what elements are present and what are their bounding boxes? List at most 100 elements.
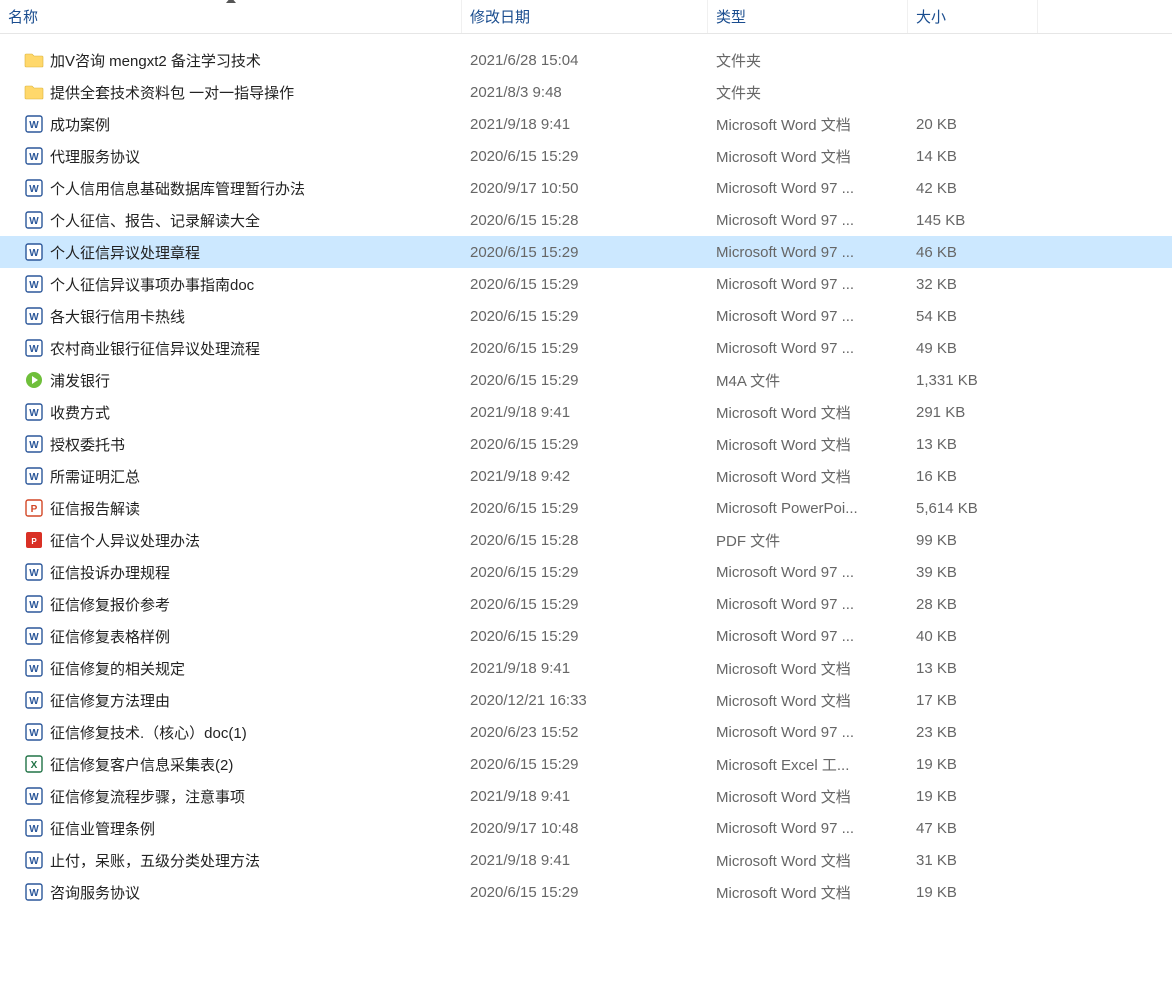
file-list: 加V咨询 mengxt2 备注学习技术2021/6/28 15:04文件夹提供全…: [0, 34, 1172, 908]
file-row[interactable]: 征信修复报价参考2020/6/15 15:29Microsoft Word 97…: [0, 588, 1172, 620]
file-name-label: 成功案例: [50, 114, 110, 135]
column-header-type[interactable]: 类型: [708, 0, 908, 33]
file-size-cell: 40 KB: [908, 628, 1038, 645]
file-row[interactable]: 提供全套技术资料包 一对一指导操作2021/8/3 9:48文件夹: [0, 76, 1172, 108]
file-row[interactable]: 各大银行信用卡热线2020/6/15 15:29Microsoft Word 9…: [0, 300, 1172, 332]
file-size-cell: 23 KB: [908, 724, 1038, 741]
file-name-cell[interactable]: 农村商业银行征信异议处理流程: [0, 338, 462, 359]
file-row[interactable]: 征信投诉办理规程2020/6/15 15:29Microsoft Word 97…: [0, 556, 1172, 588]
file-size-cell: 1,331 KB: [908, 372, 1038, 389]
file-name-cell[interactable]: 成功案例: [0, 114, 462, 135]
file-name-cell[interactable]: 征信个人异议处理办法: [0, 530, 462, 551]
file-row[interactable]: 征信业管理条例2020/9/17 10:48Microsoft Word 97 …: [0, 812, 1172, 844]
file-name-cell[interactable]: 征信修复技术.（核心）doc(1): [0, 722, 462, 743]
file-name-cell[interactable]: 征信报告解读: [0, 498, 462, 519]
file-size-cell: 17 KB: [908, 692, 1038, 709]
file-date-cell: 2020/6/15 15:29: [462, 756, 708, 773]
file-name-cell[interactable]: 所需证明汇总: [0, 466, 462, 487]
file-name-cell[interactable]: 各大银行信用卡热线: [0, 306, 462, 327]
file-row[interactable]: 浦发银行2020/6/15 15:29M4A 文件1,331 KB: [0, 364, 1172, 396]
file-name-cell[interactable]: 个人征信异议处理章程: [0, 242, 462, 263]
file-name-cell[interactable]: 个人征信、报告、记录解读大全: [0, 210, 462, 231]
file-row[interactable]: 征信报告解读2020/6/15 15:29Microsoft PowerPoi.…: [0, 492, 1172, 524]
file-name-cell[interactable]: 提供全套技术资料包 一对一指导操作: [0, 82, 462, 103]
file-row[interactable]: 个人征信、报告、记录解读大全2020/6/15 15:28Microsoft W…: [0, 204, 1172, 236]
file-row[interactable]: 个人征信异议事项办事指南doc2020/6/15 15:29Microsoft …: [0, 268, 1172, 300]
file-date-cell: 2021/9/18 9:42: [462, 468, 708, 485]
file-name-cell[interactable]: 个人信用信息基础数据库管理暂行办法: [0, 178, 462, 199]
column-header-name[interactable]: 名称: [0, 0, 462, 33]
file-name-cell[interactable]: 征信修复客户信息采集表(2): [0, 754, 462, 775]
file-name-cell[interactable]: 授权委托书: [0, 434, 462, 455]
file-name-label: 征信报告解读: [50, 498, 140, 519]
file-name-label: 提供全套技术资料包 一对一指导操作: [50, 82, 294, 103]
file-size-cell: 28 KB: [908, 596, 1038, 613]
file-type-cell: Microsoft PowerPoi...: [708, 500, 908, 517]
file-name-cell[interactable]: 征信修复表格样例: [0, 626, 462, 647]
word-icon: [24, 658, 44, 678]
file-type-cell: Microsoft Word 文档: [708, 466, 908, 487]
file-name-cell[interactable]: 咨询服务协议: [0, 882, 462, 903]
folder-icon: [24, 50, 44, 70]
column-header-date[interactable]: 修改日期: [462, 0, 708, 33]
file-date-cell: 2021/9/18 9:41: [462, 660, 708, 677]
file-type-cell: Microsoft Word 97 ...: [708, 276, 908, 293]
file-size-cell: 99 KB: [908, 532, 1038, 549]
file-name-cell[interactable]: 加V咨询 mengxt2 备注学习技术: [0, 50, 462, 71]
file-name-cell[interactable]: 征信修复方法理由: [0, 690, 462, 711]
file-size-cell: 47 KB: [908, 820, 1038, 837]
file-name-cell[interactable]: 征信投诉办理规程: [0, 562, 462, 583]
file-name-cell[interactable]: 收费方式: [0, 402, 462, 423]
file-date-cell: 2020/6/15 15:29: [462, 564, 708, 581]
file-row[interactable]: 成功案例2021/9/18 9:41Microsoft Word 文档20 KB: [0, 108, 1172, 140]
file-row[interactable]: 止付，呆账，五级分类处理方法2021/9/18 9:41Microsoft Wo…: [0, 844, 1172, 876]
file-type-cell: Microsoft Word 97 ...: [708, 820, 908, 837]
file-name-cell[interactable]: 征信修复的相关规定: [0, 658, 462, 679]
file-name-cell[interactable]: 代理服务协议: [0, 146, 462, 167]
file-row[interactable]: 征信修复技术.（核心）doc(1)2020/6/23 15:52Microsof…: [0, 716, 1172, 748]
file-type-cell: Microsoft Word 文档: [708, 850, 908, 871]
file-row[interactable]: 代理服务协议2020/6/15 15:29Microsoft Word 文档14…: [0, 140, 1172, 172]
file-size-cell: 13 KB: [908, 660, 1038, 677]
file-size-cell: 5,614 KB: [908, 500, 1038, 517]
file-row[interactable]: 征信修复客户信息采集表(2)2020/6/15 15:29Microsoft E…: [0, 748, 1172, 780]
file-name-cell[interactable]: 征信修复报价参考: [0, 594, 462, 615]
file-row[interactable]: 征信修复表格样例2020/6/15 15:29Microsoft Word 97…: [0, 620, 1172, 652]
file-row[interactable]: 个人信用信息基础数据库管理暂行办法2020/9/17 10:50Microsof…: [0, 172, 1172, 204]
file-row[interactable]: 农村商业银行征信异议处理流程2020/6/15 15:29Microsoft W…: [0, 332, 1172, 364]
file-name-label: 代理服务协议: [50, 146, 140, 167]
file-name-label: 加V咨询 mengxt2 备注学习技术: [50, 50, 261, 71]
file-name-cell[interactable]: 浦发银行: [0, 370, 462, 391]
file-type-cell: Microsoft Word 文档: [708, 146, 908, 167]
file-name-cell[interactable]: 个人征信异议事项办事指南doc: [0, 274, 462, 295]
file-name-label: 个人征信异议事项办事指南doc: [50, 274, 254, 295]
file-name-label: 征信修复方法理由: [50, 690, 170, 711]
file-size-cell: 39 KB: [908, 564, 1038, 581]
file-name-label: 授权委托书: [50, 434, 125, 455]
file-row[interactable]: 征信修复方法理由2020/12/21 16:33Microsoft Word 文…: [0, 684, 1172, 716]
file-row[interactable]: 征信修复的相关规定2021/9/18 9:41Microsoft Word 文档…: [0, 652, 1172, 684]
column-header-size[interactable]: 大小: [908, 0, 1038, 33]
word-icon: [24, 626, 44, 646]
file-row[interactable]: 咨询服务协议2020/6/15 15:29Microsoft Word 文档19…: [0, 876, 1172, 908]
file-name-label: 征信修复表格样例: [50, 626, 170, 647]
file-row[interactable]: 征信修复流程步骤，注意事项2021/9/18 9:41Microsoft Wor…: [0, 780, 1172, 812]
file-row[interactable]: 征信个人异议处理办法2020/6/15 15:28PDF 文件99 KB: [0, 524, 1172, 556]
file-size-cell: 19 KB: [908, 788, 1038, 805]
file-row[interactable]: 个人征信异议处理章程2020/6/15 15:29Microsoft Word …: [0, 236, 1172, 268]
file-row[interactable]: 加V咨询 mengxt2 备注学习技术2021/6/28 15:04文件夹: [0, 44, 1172, 76]
file-name-label: 所需证明汇总: [50, 466, 140, 487]
file-row[interactable]: 授权委托书2020/6/15 15:29Microsoft Word 文档13 …: [0, 428, 1172, 460]
file-date-cell: 2020/6/23 15:52: [462, 724, 708, 741]
word-icon: [24, 850, 44, 870]
file-row[interactable]: 收费方式2021/9/18 9:41Microsoft Word 文档291 K…: [0, 396, 1172, 428]
file-type-cell: Microsoft Word 97 ...: [708, 724, 908, 741]
file-name-label: 咨询服务协议: [50, 882, 140, 903]
file-row[interactable]: 所需证明汇总2021/9/18 9:42Microsoft Word 文档16 …: [0, 460, 1172, 492]
excel-icon: [24, 754, 44, 774]
file-name-cell[interactable]: 征信业管理条例: [0, 818, 462, 839]
file-name-cell[interactable]: 征信修复流程步骤，注意事项: [0, 786, 462, 807]
ppt-icon: [24, 498, 44, 518]
file-size-cell: 32 KB: [908, 276, 1038, 293]
file-name-cell[interactable]: 止付，呆账，五级分类处理方法: [0, 850, 462, 871]
